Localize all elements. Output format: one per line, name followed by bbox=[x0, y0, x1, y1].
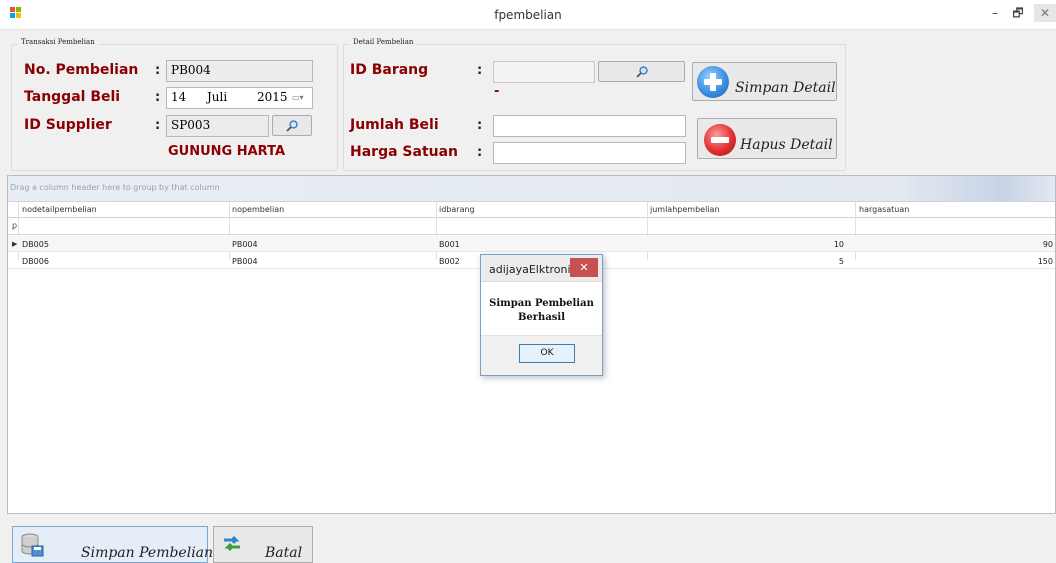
colon: : bbox=[477, 145, 483, 160]
batal-label: Batal bbox=[265, 545, 303, 561]
group-by-hint: Drag a column header here to group by th… bbox=[10, 183, 220, 192]
restore-button[interactable]: 🗗 bbox=[1007, 4, 1029, 22]
row-indicator-icon: ▶ bbox=[12, 240, 18, 248]
filter-icon: ꝑ bbox=[12, 221, 18, 230]
barang-search-button[interactable] bbox=[598, 61, 685, 82]
cell-nodetailpembelian: DB006 bbox=[22, 257, 49, 266]
ok-button[interactable]: OK bbox=[519, 344, 575, 363]
close-button[interactable]: ✕ bbox=[1034, 4, 1056, 22]
message-text-line2: Berhasil bbox=[517, 312, 566, 323]
no-pembelian-label: No. Pembelian bbox=[24, 62, 139, 78]
simpan-pembelian-button[interactable]: Simpan Pembelian bbox=[12, 526, 213, 563]
supplier-search-button[interactable] bbox=[272, 115, 312, 136]
cell-jumlahpembelian: 5 bbox=[838, 257, 844, 266]
message-box-titlebar: adijayaElktronik ✕ bbox=[481, 255, 602, 282]
minus-circle-icon bbox=[704, 124, 736, 156]
message-box-close-button[interactable]: ✕ bbox=[570, 258, 598, 277]
message-text-line1: Simpan Pembelian bbox=[489, 298, 594, 309]
hapus-detail-button[interactable]: Hapus Detail bbox=[697, 118, 837, 159]
column-header-hargasatuan[interactable]: hargasatuan bbox=[859, 205, 909, 214]
column-header-nodetailpembelian[interactable]: nodetailpembelian bbox=[22, 205, 97, 214]
cell-hargasatuan: 150 bbox=[1037, 257, 1053, 266]
id-supplier-label: ID Supplier bbox=[24, 117, 112, 133]
tanggal-beli-picker[interactable]: 14 Juli 2015 ▭▾ bbox=[166, 87, 313, 109]
auto-filter-row[interactable]: ꝑ bbox=[8, 218, 1055, 235]
tanggal-month: Juli bbox=[207, 90, 228, 104]
harga-satuan-field[interactable] bbox=[493, 142, 686, 164]
calendar-dropdown-icon[interactable]: ▭▾ bbox=[292, 93, 304, 102]
column-header-idbarang[interactable]: idbarang bbox=[439, 205, 475, 214]
search-icon bbox=[286, 119, 298, 132]
colon: : bbox=[477, 118, 483, 133]
column-header-nopembelian[interactable]: nopembelian bbox=[232, 205, 284, 214]
id-supplier-field[interactable]: SP003 bbox=[166, 115, 269, 137]
group-by-panel[interactable]: Drag a column header here to group by th… bbox=[8, 176, 1055, 202]
column-header-jumlahpembelian[interactable]: jumlahpembelian bbox=[650, 205, 720, 214]
grid-header-row: nodetailpembelian nopembelian idbarang j… bbox=[8, 202, 1055, 218]
table-row[interactable]: ▶ DB005 PB004 B001 10 90 bbox=[8, 236, 1055, 252]
harga-satuan-label: Harga Satuan bbox=[350, 144, 459, 160]
message-box: adijayaElktronik ✕ Simpan Pembelian Berh… bbox=[480, 254, 603, 376]
detail-group-caption: Detail Pembelian bbox=[350, 38, 417, 46]
jumlah-beli-label: Jumlah Beli bbox=[350, 117, 439, 133]
id-barang-field[interactable] bbox=[493, 61, 595, 83]
title-bar: fpembelian – 🗗 ✕ bbox=[0, 0, 1056, 30]
message-box-text: Simpan Pembelian Berhasil bbox=[481, 297, 602, 325]
search-icon bbox=[635, 65, 648, 78]
cell-idbarang: B001 bbox=[439, 240, 460, 249]
barang-name: - bbox=[494, 84, 500, 99]
minimize-button[interactable]: – bbox=[984, 4, 1006, 22]
simpan-pembelian-label: Simpan Pembelian bbox=[81, 545, 214, 561]
id-barang-label: ID Barang bbox=[350, 62, 429, 78]
cell-idbarang: B002 bbox=[439, 257, 460, 266]
colon: : bbox=[155, 118, 161, 133]
colon: : bbox=[155, 90, 161, 105]
refresh-arrows-icon bbox=[224, 535, 240, 552]
supplier-name: GUNUNG HARTA bbox=[168, 144, 286, 159]
colon: : bbox=[477, 63, 483, 78]
message-box-footer: OK bbox=[481, 335, 602, 375]
tanggal-year: 2015 bbox=[257, 90, 288, 104]
cell-jumlahpembelian: 10 bbox=[833, 240, 844, 249]
cell-nopembelian: PB004 bbox=[232, 257, 258, 266]
simpan-detail-button[interactable]: Simpan Detail bbox=[692, 62, 837, 101]
tanggal-beli-label: Tanggal Beli bbox=[24, 89, 121, 105]
tanggal-day: 14 bbox=[171, 90, 187, 104]
batal-button[interactable]: Batal bbox=[213, 526, 313, 563]
hapus-detail-label: Hapus Detail bbox=[740, 137, 833, 153]
jumlah-beli-field[interactable] bbox=[493, 115, 686, 137]
cell-hargasatuan: 90 bbox=[1042, 240, 1053, 249]
colon: : bbox=[155, 63, 161, 78]
window-title: fpembelian bbox=[494, 8, 562, 22]
no-pembelian-field[interactable]: PB004 bbox=[166, 60, 313, 82]
database-save-icon bbox=[21, 533, 44, 557]
message-box-title: adijayaElktronik bbox=[489, 263, 577, 276]
plus-circle-icon bbox=[697, 66, 729, 98]
cell-nopembelian: PB004 bbox=[232, 240, 258, 249]
cell-nodetailpembelian: DB005 bbox=[22, 240, 49, 249]
transaksi-group-caption: Transaksi Pembelian bbox=[18, 38, 98, 46]
simpan-detail-label: Simpan Detail bbox=[735, 80, 836, 96]
